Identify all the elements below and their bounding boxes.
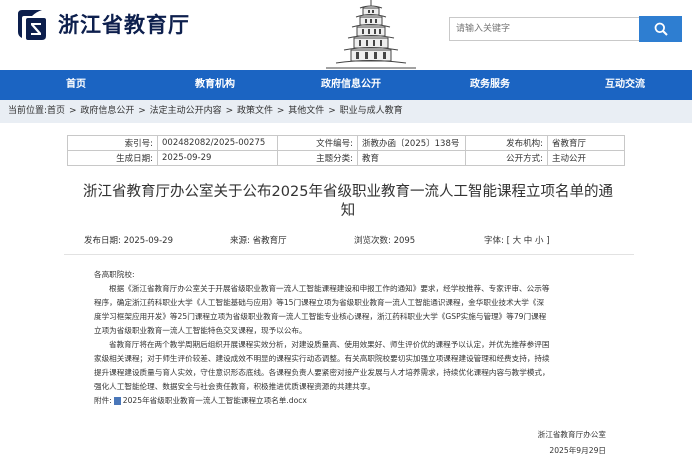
publish-date-value: 2025-09-29: [123, 236, 173, 246]
source-label: 来源:: [230, 236, 250, 246]
breadcrumb-item-vocational[interactable]: 职业与成人教育: [340, 106, 403, 116]
logo-icon[interactable]: [14, 8, 50, 42]
meta-docno-value: 浙教办函〔2025〕138号: [357, 135, 466, 151]
body-line: 根据《浙江省教育厅办公室关于开展省级职业教育一流人工智能课程建设和申报工作的通知…: [109, 284, 550, 293]
breadcrumb-prefix: 当前位置:: [8, 106, 48, 116]
breadcrumb: 当前位置:首页 > 政府信息公开 > 法定主动公开内容 > 政策文件 > 其他文…: [0, 100, 692, 123]
meta-index-value: 002482082/2025-00275: [157, 135, 278, 151]
breadcrumb-separator: >: [276, 106, 285, 116]
breadcrumb-item-home[interactable]: 首页: [47, 106, 65, 116]
attachment-link[interactable]: 2025年省级职业教育一流人工智能课程立项名单.docx: [123, 394, 307, 408]
nav-item-institutions[interactable]: 教育机构: [175, 70, 255, 100]
meta-issuer-value: 省教育厅: [547, 135, 625, 151]
font-size-options[interactable]: [ 大 中 小 ]: [507, 236, 550, 246]
view-count: 浏览次数: 2095: [354, 234, 415, 246]
attachment-label: 附件:: [94, 396, 112, 405]
signature: 浙江省教育厅办公室: [537, 430, 606, 439]
search-button[interactable]: [639, 16, 682, 42]
body-line: 程序，确定浙江药科职业大学《人工智能基础与应用》等15门课程立项为省级职业教育一…: [94, 298, 545, 307]
page-title-line: 知: [340, 203, 356, 219]
meta-date-value: 2025-09-29: [157, 150, 278, 166]
body-line: 家级相关课程；对于师生评价较差、建设成效不明显的课程实行动态调整。有关高职院校要…: [94, 354, 550, 363]
site-title: 浙江省教育厅: [58, 13, 190, 37]
nav-item-services[interactable]: 政务服务: [450, 70, 530, 100]
meta-docno-label: 文件编号:: [277, 135, 358, 151]
breadcrumb-item-policy[interactable]: 政策文件: [237, 106, 273, 116]
nav-item-interaction[interactable]: 互动交流: [585, 70, 665, 100]
breadcrumb-separator: >: [138, 106, 146, 116]
page-title-line: 浙江省教育厅办公室关于公布2025年省级职业教育一流人工智能课程立项名单的通: [83, 184, 613, 200]
breadcrumb-separator: >: [225, 106, 234, 116]
breadcrumb-item-statutory[interactable]: 法定主动公开内容: [150, 106, 222, 116]
body-line: 省教育厅将在两个教学周期后组织开展课程实效分析，对建设质量高、使用效果好、师生评…: [109, 340, 550, 349]
nav-item-gov-info[interactable]: 政府信息公开: [311, 70, 391, 100]
meta-category-label: 主题分类:: [277, 150, 358, 166]
search-icon: [654, 22, 668, 36]
divider: [64, 254, 634, 255]
body-line: 强化人工智能伦理、数据安全与社会责任教育，积极推进优质课程资源的共建共享。: [94, 382, 375, 391]
meta-publicity-value: 主动公开: [547, 150, 625, 166]
view-count-value: 2095: [393, 236, 416, 246]
view-count-label: 浏览次数:: [354, 236, 391, 246]
publish-date: 发布日期: 2025-09-29: [84, 234, 173, 246]
breadcrumb-separator: >: [68, 106, 77, 116]
meta-date-label: 生成日期:: [67, 150, 158, 166]
breadcrumb-separator: >: [328, 106, 336, 116]
site-header: 浙江省教育厅: [0, 0, 692, 70]
body-line: 立项为省级职业教育一流人工智能特色交叉课程，现予以公布。: [94, 326, 307, 335]
body-line: 度学习框架应用开发》等25门课程立项为省级职业教育一流人工智能专业核心课程，浙江…: [94, 312, 547, 321]
breadcrumb-item-other[interactable]: 其他文件: [288, 106, 324, 116]
meta-index-label: 索引号:: [67, 135, 158, 151]
body-line: 提升课程建设质量与育人实效，守住意识形态底线。各课程负责人要紧密对接产业发展与人…: [94, 368, 550, 377]
meta-row: 生成日期: 2025-09-29 主题分类: 教育 公开方式: 主动公开: [67, 150, 625, 166]
greeting: 各高职院校:: [94, 270, 135, 279]
breadcrumb-item-gov-info[interactable]: 政府信息公开: [80, 106, 134, 116]
font-size-label: 字体:: [484, 236, 504, 246]
meta-publicity-label: 公开方式:: [465, 150, 548, 166]
search-input[interactable]: [449, 17, 639, 41]
page-title: 浙江省教育厅办公室关于公布2025年省级职业教育一流人工智能课程立项名单的通 知: [70, 183, 626, 221]
source: 来源: 省教育厅: [230, 234, 287, 246]
font-size-control: 字体: [ 大 中 小 ]: [484, 234, 550, 246]
source-value: 省教育厅: [252, 236, 287, 246]
meta-row: 索引号: 002482082/2025-00275 文件编号: 浙教办函〔202…: [67, 135, 625, 151]
meta-category-value: 教育: [357, 150, 466, 166]
nav-item-home[interactable]: 首页: [36, 70, 116, 100]
attachment-row: 附件: 2025年省级职业教育一流人工智能课程立项名单.docx: [94, 394, 612, 408]
attachment-icon: [113, 397, 121, 405]
article-body: 各高职院校: 根据《浙江省教育厅办公室关于开展省级职业教育一流人工智能课程建设和…: [94, 268, 612, 408]
sign-date: 2025年9月29日: [549, 446, 606, 455]
document-meta-table: 索引号: 002482082/2025-00275 文件编号: 浙教办函〔202…: [67, 135, 625, 166]
article-info-bar: 发布日期: 2025-09-29 来源: 省教育厅 浏览次数: 2095 字体:…: [64, 234, 634, 248]
main-nav: 首页 教育机构 政府信息公开 政务服务 互动交流: [0, 70, 692, 100]
meta-issuer-label: 发布机构:: [465, 135, 548, 151]
publish-date-label: 发布日期:: [84, 236, 121, 246]
pagoda-icon: [326, 0, 416, 69]
